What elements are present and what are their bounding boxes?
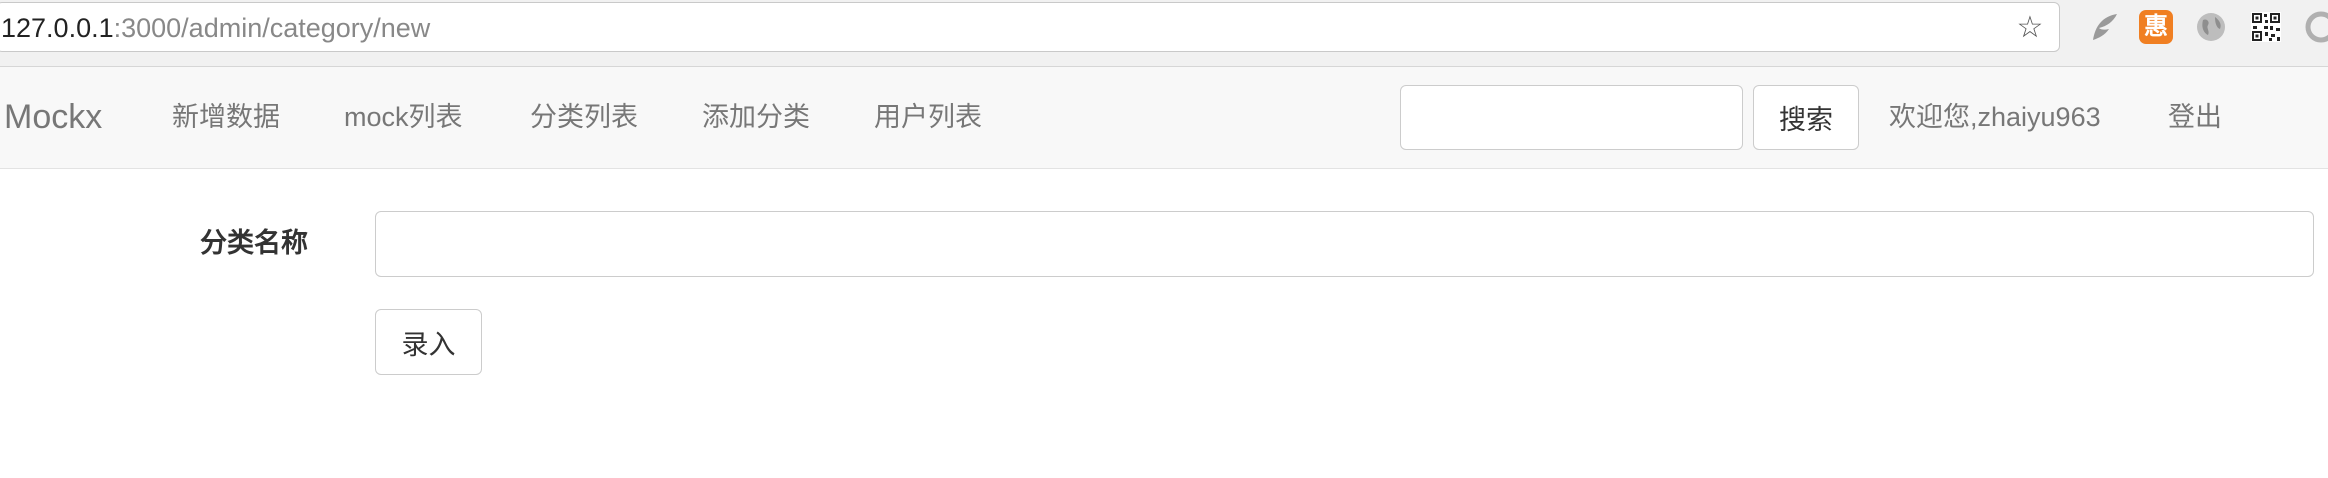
submit-button[interactable]: 录入: [375, 309, 482, 375]
nav-item-category-list[interactable]: 分类列表: [530, 67, 638, 168]
nav-item-new-data[interactable]: 新增数据: [172, 67, 280, 168]
nav-item-add-category[interactable]: 添加分类: [702, 67, 810, 168]
logout-link[interactable]: 登出: [2168, 67, 2222, 168]
search-button[interactable]: 搜索: [1753, 85, 1859, 150]
welcome-user-link[interactable]: 欢迎您,zhaiyu963: [1889, 67, 2101, 168]
nav-item-user-list[interactable]: 用户列表: [874, 67, 982, 168]
search-input[interactable]: [1400, 85, 1743, 150]
address-bar[interactable]: 127.0.0.1:3000/admin/category/new ☆: [0, 2, 2060, 52]
globe-icon[interactable]: [2194, 10, 2228, 44]
star-icon[interactable]: ☆: [2015, 13, 2045, 43]
feather-icon[interactable]: [2087, 10, 2121, 44]
category-name-label: 分类名称: [200, 228, 308, 258]
browser-toolbar: 127.0.0.1:3000/admin/category/new ☆ 惠: [0, 0, 2328, 67]
brand-logo[interactable]: Mockx: [4, 67, 102, 168]
url-text[interactable]: 127.0.0.1:3000/admin/category/new: [1, 3, 430, 53]
url-host: 127.0.0.1: [1, 13, 114, 43]
orange-extension-icon[interactable]: 惠: [2139, 10, 2173, 44]
navbar: Mockx 新增数据 mock列表 分类列表 添加分类 用户列表 搜索 欢迎您,…: [0, 67, 2328, 169]
qr-code-icon[interactable]: [2249, 10, 2283, 44]
orange-extension-glyph: 惠: [2144, 13, 2168, 40]
category-name-input[interactable]: [375, 211, 2314, 277]
nav-item-mock-list[interactable]: mock列表: [344, 67, 463, 168]
url-path: :3000/admin/category/new: [113, 13, 431, 43]
partial-extension-icon[interactable]: [2304, 10, 2328, 44]
